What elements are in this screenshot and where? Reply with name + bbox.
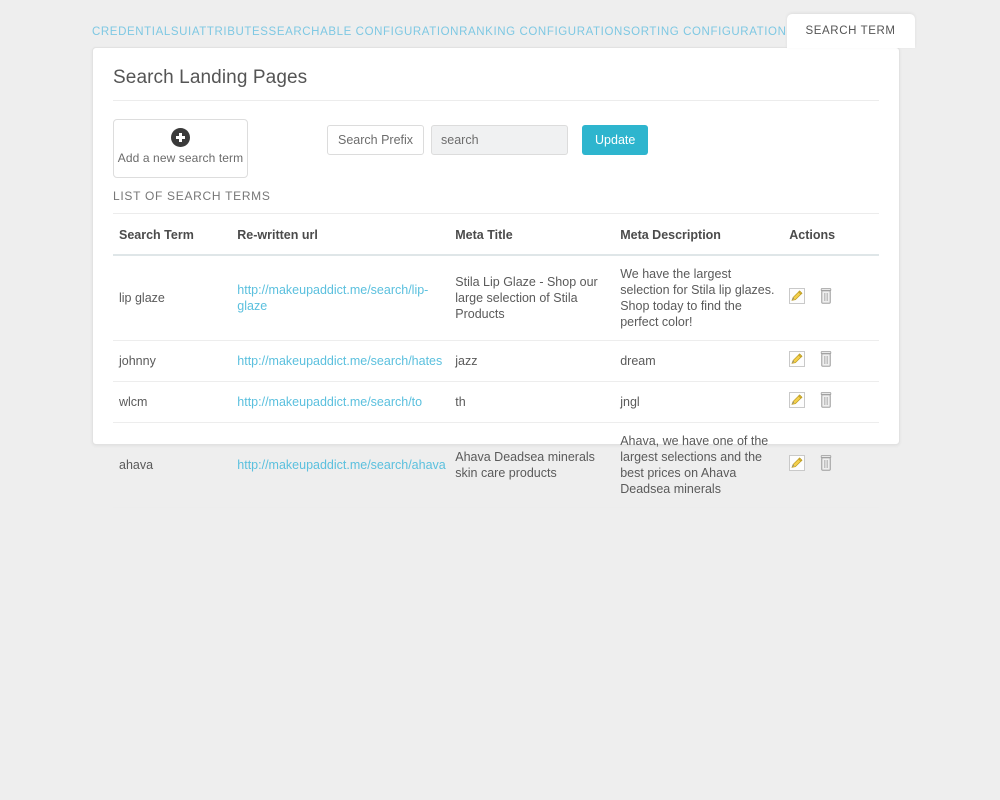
edit-pencil-icon[interactable] bbox=[789, 455, 806, 475]
table-row: lip glaze http://makeupaddict.me/search/… bbox=[113, 255, 879, 341]
search-prefix-group: Search Prefix Update bbox=[327, 125, 649, 155]
rewritten-url-link[interactable]: http://makeupaddict.me/search/lip-glaze bbox=[237, 283, 428, 313]
cell-meta-description: Ahava, we have one of the largest select… bbox=[620, 422, 790, 508]
cell-rewritten-url: http://makeupaddict.me/search/hates bbox=[237, 340, 456, 382]
edit-pencil-icon[interactable] bbox=[789, 288, 806, 308]
cell-rewritten-url: http://makeupaddict.me/search/lip-glaze bbox=[237, 255, 456, 341]
add-new-search-term-label: Add a new search term bbox=[117, 151, 244, 165]
cell-search-term: wlcm bbox=[113, 381, 238, 423]
tab-credentials[interactable]: CREDENTIALS bbox=[92, 17, 179, 48]
search-landing-pages-card: Search Landing Pages Add a new search te… bbox=[92, 47, 900, 508]
table-row: wlcm http://makeupaddict.me/search/to th… bbox=[113, 381, 879, 423]
toolbar: Add a new search term Search Prefix Upda… bbox=[93, 101, 899, 183]
rewritten-url-link[interactable]: http://makeupaddict.me/search/ahava bbox=[237, 458, 445, 472]
search-terms-table: Search Term Re-written url Meta Title Me… bbox=[113, 214, 879, 508]
tab-attributes[interactable]: ATTRIBUTES bbox=[192, 17, 269, 48]
add-new-search-term-button[interactable]: Add a new search term bbox=[113, 119, 248, 178]
edit-pencil-icon[interactable] bbox=[789, 351, 806, 371]
search-terms-table-wrapper: Search Term Re-written url Meta Title Me… bbox=[93, 214, 899, 508]
list-of-search-terms-heading: LIST OF SEARCH TERMS bbox=[113, 183, 879, 214]
trash-icon[interactable] bbox=[819, 392, 833, 412]
column-header-rewritten-url: Re-written url bbox=[237, 214, 456, 256]
tab-sorting-configuration[interactable]: SORTING CONFIGURATION bbox=[623, 17, 787, 48]
tab-bar: CREDENTIALS UI ATTRIBUTES SEARCHABLE CON… bbox=[92, 12, 915, 48]
cell-rewritten-url: http://makeupaddict.me/search/ahava bbox=[237, 422, 456, 508]
trash-icon[interactable] bbox=[819, 288, 833, 308]
cell-meta-description: jngl bbox=[620, 381, 790, 423]
tab-ranking-configuration[interactable]: RANKING CONFIGURATION bbox=[459, 17, 623, 48]
table-body: lip glaze http://makeupaddict.me/search/… bbox=[113, 255, 879, 508]
column-header-actions: Actions bbox=[789, 214, 879, 256]
edit-pencil-icon[interactable] bbox=[789, 392, 806, 412]
search-prefix-label: Search Prefix bbox=[327, 125, 425, 155]
cell-meta-title: th bbox=[455, 381, 621, 423]
page-root: CREDENTIALS UI ATTRIBUTES SEARCHABLE CON… bbox=[0, 0, 1000, 800]
plus-circle-icon bbox=[171, 128, 190, 147]
update-button[interactable]: Update bbox=[582, 125, 649, 155]
cell-actions bbox=[789, 381, 879, 423]
trash-icon[interactable] bbox=[819, 351, 833, 371]
column-header-meta-description: Meta Description bbox=[620, 214, 790, 256]
search-prefix-input[interactable] bbox=[431, 125, 569, 155]
tab-search-term[interactable]: SEARCH TERM bbox=[786, 14, 915, 48]
cell-search-term: lip glaze bbox=[113, 255, 238, 341]
cell-meta-title: Ahava Deadsea minerals skin care product… bbox=[455, 422, 621, 508]
table-row: ahava http://makeupaddict.me/search/ahav… bbox=[113, 422, 879, 508]
cell-meta-title: Stila Lip Glaze - Shop our large selecti… bbox=[455, 255, 621, 341]
cell-search-term: johnny bbox=[113, 340, 238, 382]
cell-actions bbox=[789, 255, 879, 341]
cell-actions bbox=[789, 422, 879, 508]
tab-ui[interactable]: UI bbox=[179, 17, 192, 48]
cell-meta-description: We have the largest selection for Stila … bbox=[620, 255, 790, 341]
column-header-meta-title: Meta Title bbox=[455, 214, 621, 256]
tab-searchable-configuration[interactable]: SEARCHABLE CONFIGURATION bbox=[269, 17, 460, 48]
table-row: johnny http://makeupaddict.me/search/hat… bbox=[113, 340, 879, 382]
table-header-row: Search Term Re-written url Meta Title Me… bbox=[113, 214, 879, 256]
rewritten-url-link[interactable]: http://makeupaddict.me/search/to bbox=[237, 395, 422, 409]
table-header: Search Term Re-written url Meta Title Me… bbox=[113, 214, 879, 256]
cell-meta-title: jazz bbox=[455, 340, 621, 382]
cell-rewritten-url: http://makeupaddict.me/search/to bbox=[237, 381, 456, 423]
rewritten-url-link[interactable]: http://makeupaddict.me/search/hates bbox=[237, 354, 442, 368]
cell-meta-description: dream bbox=[620, 340, 790, 382]
page-title: Search Landing Pages bbox=[113, 48, 879, 101]
cell-search-term: ahava bbox=[113, 422, 238, 508]
cell-actions bbox=[789, 340, 879, 382]
trash-icon[interactable] bbox=[819, 455, 833, 475]
column-header-search-term: Search Term bbox=[113, 214, 238, 256]
